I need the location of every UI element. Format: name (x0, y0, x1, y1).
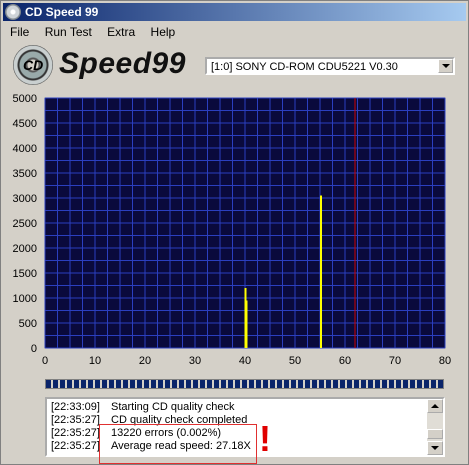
scroll-thumb[interactable] (427, 429, 443, 439)
drive-select[interactable]: [1:0] SONY CD-ROM CDU5221 V0.30 (205, 57, 455, 75)
cd-icon (5, 4, 21, 20)
log-text: Starting CD quality check (111, 401, 235, 413)
app-window: CD Speed 99 File Run Test Extra Help CD … (0, 0, 469, 465)
progress-bar (45, 379, 444, 389)
x-tick-label: 60 (339, 355, 351, 367)
annotation-box (99, 424, 257, 464)
menu-bar: File Run Test Extra Help (3, 23, 466, 41)
x-tick-label: 80 (439, 355, 451, 367)
y-tick-label: 4000 (13, 143, 37, 155)
log-scrollbar[interactable] (427, 399, 443, 455)
y-tick-label: 0 (31, 343, 37, 355)
log-entry: [22:33:09] Starting CD quality check (51, 401, 235, 413)
y-tick-label: 2000 (13, 243, 37, 255)
x-tick-label: 10 (89, 355, 101, 367)
y-tick-label: 4500 (13, 118, 37, 130)
annotation-mark: ! (259, 418, 271, 459)
y-tick-label: 3000 (13, 193, 37, 205)
x-tick-label: 20 (139, 355, 151, 367)
menu-extra[interactable]: Extra (102, 23, 140, 41)
window-title: CD Speed 99 (25, 5, 99, 19)
read-chart: 0500100015002000250030003500400045005000… (13, 93, 452, 367)
x-tick-label: 50 (289, 355, 301, 367)
x-tick-label: 30 (189, 355, 201, 367)
menu-run-test[interactable]: Run Test (40, 23, 97, 41)
menu-help[interactable]: Help (146, 23, 181, 41)
logo-disc-text: CD (23, 57, 44, 73)
scroll-down-button[interactable] (427, 441, 443, 455)
menu-file[interactable]: File (5, 23, 34, 41)
y-tick-label: 1500 (13, 268, 37, 280)
y-tick-label: 1000 (13, 293, 37, 305)
y-tick-label: 5000 (13, 93, 37, 105)
title-bar[interactable]: CD Speed 99 (3, 3, 466, 21)
chevron-down-icon[interactable] (438, 59, 453, 73)
logo-text: Speed99 (59, 47, 186, 80)
x-tick-label: 40 (239, 355, 251, 367)
scroll-up-button[interactable] (427, 399, 443, 413)
app-logo: CD Speed99 (13, 45, 191, 85)
x-tick-label: 0 (42, 355, 48, 367)
y-tick-label: 3500 (13, 168, 37, 180)
log-time: [22:33:09] (51, 401, 100, 413)
drive-select-value: [1:0] SONY CD-ROM CDU5221 V0.30 (211, 61, 398, 73)
y-tick-label: 500 (19, 318, 37, 330)
y-tick-label: 2500 (13, 218, 37, 230)
x-tick-label: 70 (389, 355, 401, 367)
